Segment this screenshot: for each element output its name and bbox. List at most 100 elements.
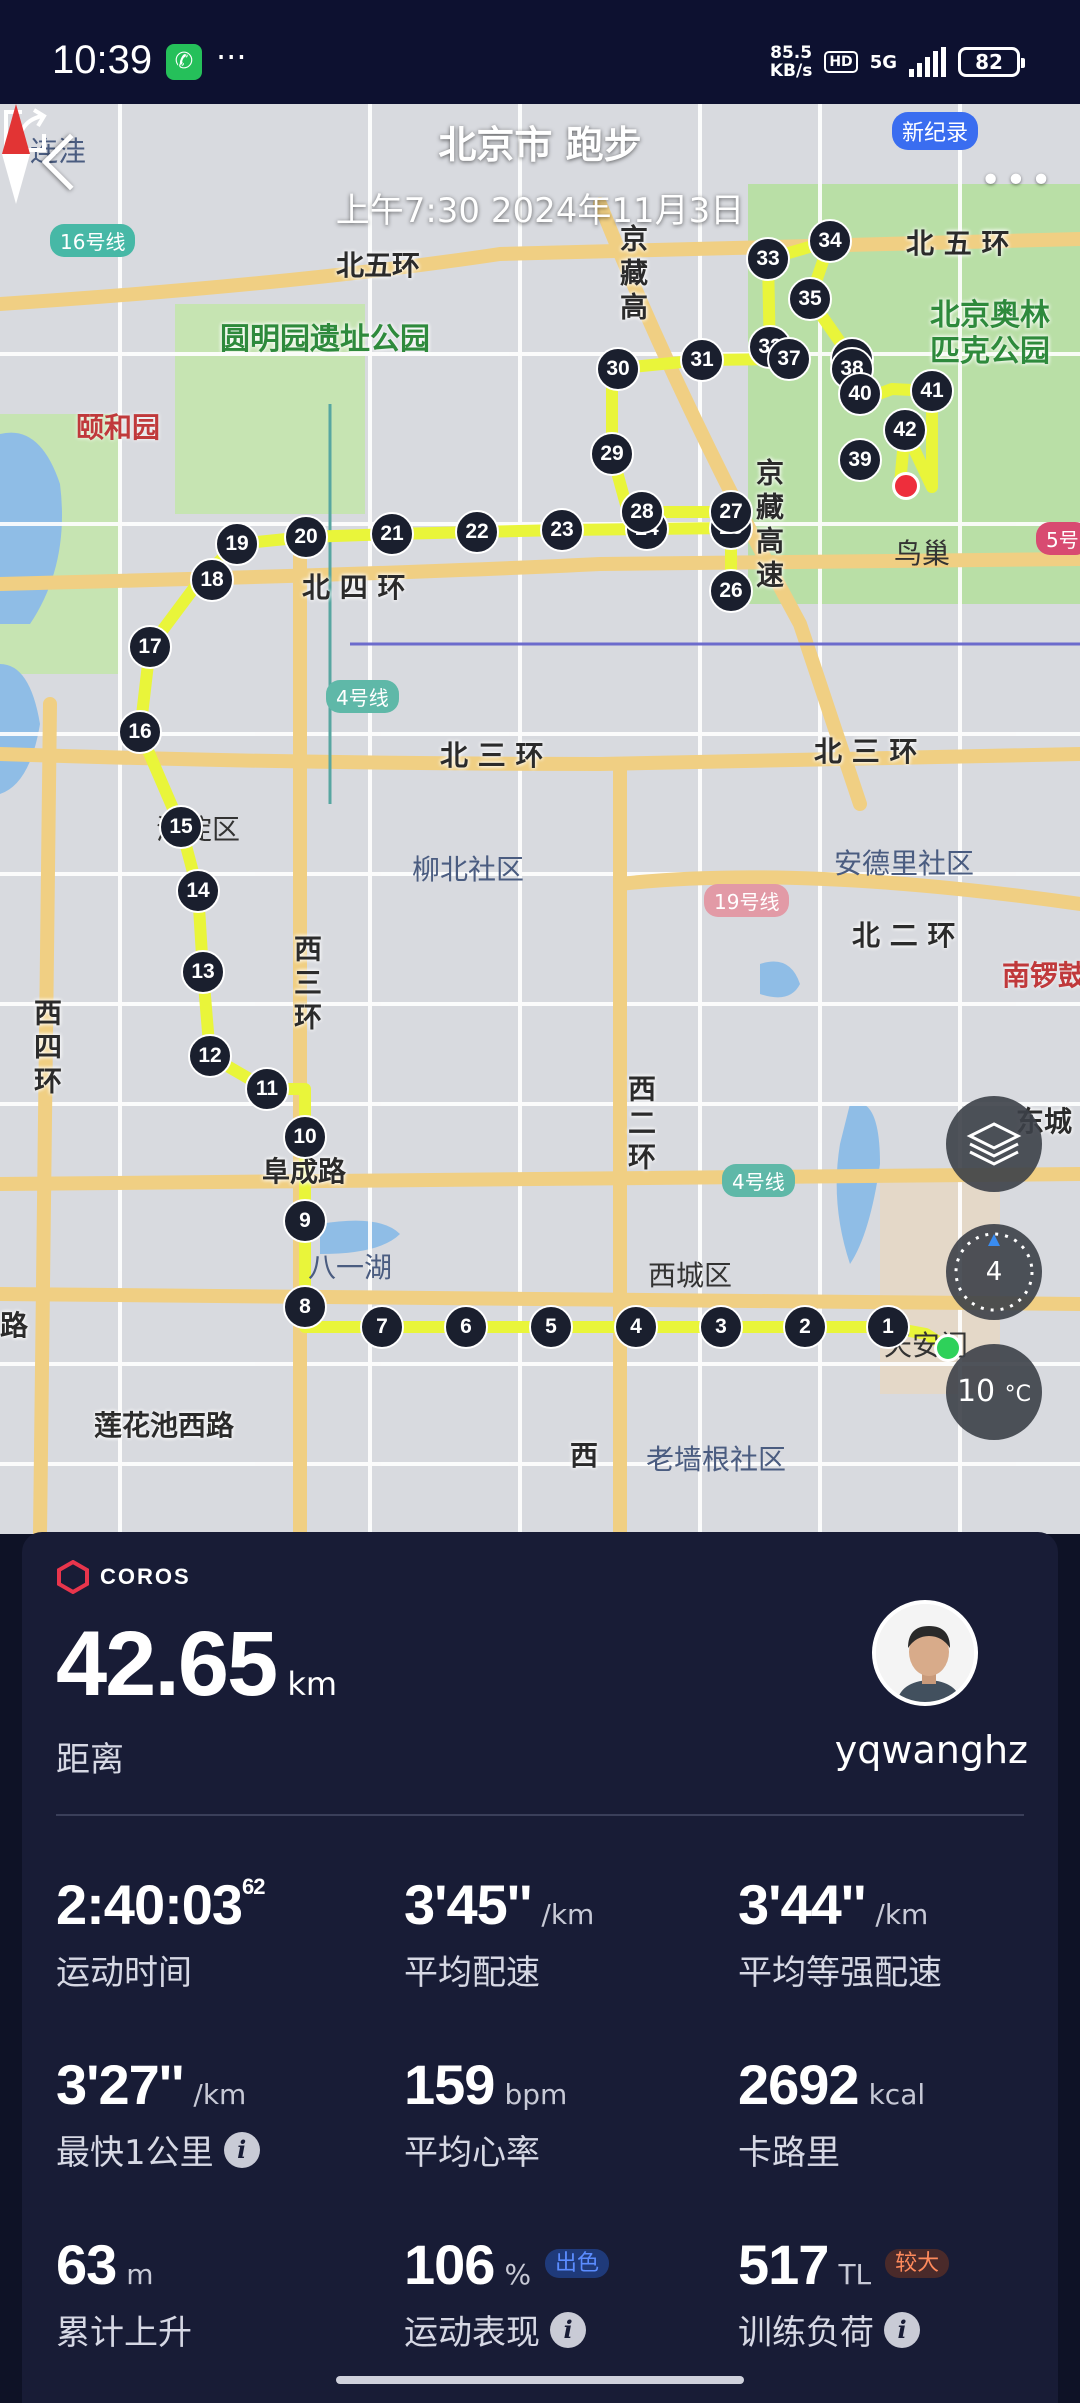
stat-training-load-label-row: 训练负荷 i (738, 2305, 1068, 2354)
network-speed-unit: KB/s (769, 61, 813, 81)
km-marker: 23 (540, 508, 584, 552)
chang-an-street (0, 1287, 1080, 1311)
label-west2ring: 西二环 (624, 1074, 657, 1176)
start-point-icon (934, 1334, 962, 1362)
stat-avg-hr: 159 bpm 平均心率 (404, 2052, 734, 2174)
stat-fastest-km: 3'27'' /km 最快1公里 i (56, 2052, 386, 2174)
distance-unit: km (287, 1665, 338, 1703)
stat-avg-hr-label: 平均心率 (404, 2133, 540, 2173)
stat-training-load-unit: TL (838, 2258, 872, 2291)
km-marker: 33 (746, 237, 790, 281)
stat-performance-value: 106 (404, 2233, 495, 2296)
label-xicheng: 西城区 (648, 1259, 733, 1292)
more-options-icon[interactable]: ••• (980, 160, 1056, 201)
temperature-value: 10 (956, 1374, 996, 1409)
km-marker: 7 (360, 1305, 404, 1349)
label-line4-b: 4号线 (722, 1164, 795, 1197)
status-indicators: 85.5 KB/s HD 5G 82 (770, 44, 1025, 80)
label-laoqianggen: 老墙根社区 (646, 1443, 787, 1476)
km-marker: 30 (596, 347, 640, 391)
km-marker: 9 (283, 1199, 327, 1243)
weather-button[interactable]: 10 °C (946, 1344, 1042, 1440)
km-marker: 3 (699, 1305, 743, 1349)
info-icon[interactable]: i (550, 2311, 586, 2348)
training-load-tag: 较大 (885, 2249, 950, 2278)
stat-elevation-unit: m (126, 2258, 154, 2291)
battery-icon: 82 (958, 47, 1025, 77)
stat-avg-pace-unit: /km (541, 1898, 595, 1931)
km-marker: 16 (118, 710, 162, 754)
signal-icon (909, 47, 946, 77)
stat-duration-value: 2:40:0362 (56, 1873, 266, 1936)
stat-training-load: 517 TL 较大 训练负荷 i (738, 2232, 1068, 2354)
label-line19: 19号线 (704, 884, 790, 917)
km-marker: 19 (215, 522, 259, 566)
km-marker: 35 (788, 277, 832, 321)
label-summer-palace: 颐和园 (76, 411, 161, 444)
avatar[interactable] (872, 1600, 978, 1706)
km-marker: 17 (128, 625, 172, 669)
km-marker: 2 (783, 1305, 827, 1349)
label-jingzang-2: 京藏高速 (752, 458, 785, 594)
label-lu: 路 (0, 1309, 29, 1342)
stat-calories-value: 2692 (738, 2053, 860, 2116)
coros-logo-text: COROS (100, 1564, 191, 1589)
stat-duration-label: 运动时间 (56, 1953, 192, 1993)
km-marker: 10 (283, 1115, 327, 1159)
hd-icon: HD (824, 51, 858, 73)
km-marker: 8 (283, 1285, 327, 1329)
label-north4ring: 北 四 环 (302, 571, 406, 604)
label-north5ring-left: 北五环 (336, 249, 421, 282)
label-line4-a: 4号线 (326, 680, 399, 713)
label-nanluo: 南锣鼓 (1002, 959, 1080, 992)
stat-training-load-label: 训练负荷 (738, 2313, 874, 2353)
home-indicator[interactable] (336, 2376, 744, 2384)
layers-icon (966, 1122, 1022, 1166)
km-marker: 37 (767, 337, 811, 381)
playback-speed-button[interactable]: 4 (946, 1224, 1042, 1320)
km-marker: 34 (808, 219, 852, 263)
stat-performance-label-row: 运动表现 i (404, 2305, 734, 2354)
stat-fastest-km-value: 3'27'' (56, 2053, 184, 2116)
coros-logo: COROS (56, 1560, 191, 1594)
stat-elevation-gain: 63 m 累计上升 (56, 2232, 386, 2354)
status-bar: 10:39 ✆ ··· 85.5 KB/s HD 5G 82 (0, 0, 1080, 104)
km-marker: 20 (284, 515, 328, 559)
stat-gap-value: 3'44'' (738, 1873, 866, 1936)
stat-training-load-value: 517 (738, 2233, 829, 2296)
stat-fastest-km-label-row: 最快1公里 i (56, 2125, 386, 2174)
layers-button[interactable] (946, 1096, 1042, 1192)
label-olympic-2: 匹克公园 (930, 334, 1050, 369)
status-more-icon: ··· (216, 38, 247, 76)
distance-value: 42.65 (56, 1613, 278, 1715)
km-marker: 42 (883, 408, 927, 452)
km-marker: 21 (370, 512, 414, 556)
label-lianhuachi: 莲花池西路 (94, 1409, 235, 1442)
lake-2 (0, 664, 40, 794)
compass-icon[interactable] (0, 104, 32, 204)
avatar-image (876, 1604, 974, 1702)
route-map[interactable]: 马连洼 16号线 北五环 北 五 环 京藏高 京藏高速 圆明园遗址公园 北京奥林… (0, 104, 1080, 1534)
info-icon[interactable]: i (223, 2131, 260, 2168)
km-marker: 11 (245, 1067, 289, 1111)
km-marker: 6 (444, 1305, 488, 1349)
username: yqwanghz (834, 1728, 1028, 1772)
km-marker: 14 (176, 869, 220, 913)
km-marker: 5 (529, 1305, 573, 1349)
label-north3ring-left: 北 三 环 (440, 739, 544, 772)
label-yuanmingyuan: 圆明园遗址公园 (220, 322, 430, 357)
stat-calories-unit: kcal (868, 2078, 926, 2111)
stat-avg-hr-unit: bpm (504, 2078, 568, 2111)
stat-duration: 2:40:0362 运动时间 (56, 1872, 386, 1994)
km-marker: 41 (910, 369, 954, 413)
divider (56, 1814, 1024, 1816)
km-marker: 39 (838, 438, 882, 482)
stat-performance: 106% 出色 运动表现 i (404, 2232, 734, 2354)
network-type: 5G (869, 51, 897, 73)
fucheng-road (0, 1167, 1080, 1191)
km-marker: 29 (590, 432, 634, 476)
new-record-badge: 新纪录 (892, 112, 979, 150)
info-icon[interactable]: i (884, 2311, 920, 2348)
km-marker: 18 (190, 558, 234, 602)
network-speed: 85.5 KB/s (770, 44, 812, 80)
